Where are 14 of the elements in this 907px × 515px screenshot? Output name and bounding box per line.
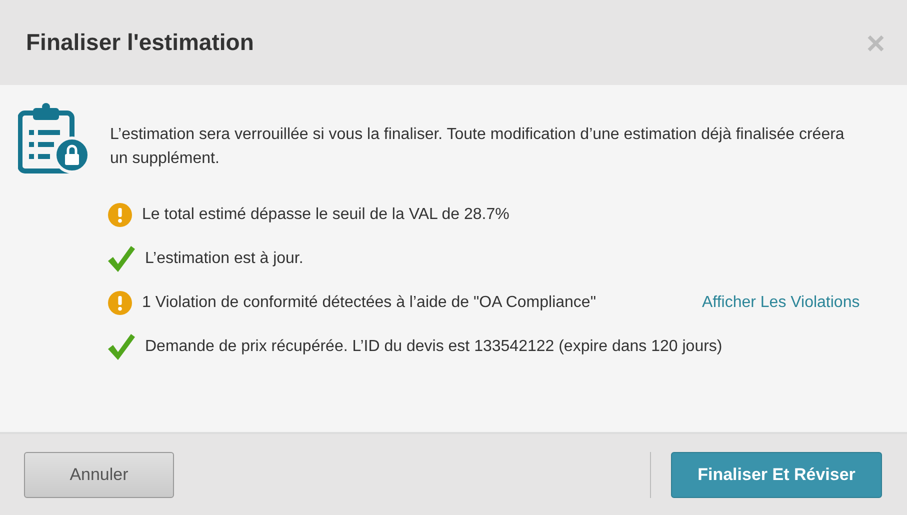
warning-icon — [108, 291, 132, 315]
warning-icon — [108, 203, 132, 227]
checkmark-icon — [108, 334, 135, 360]
check-text: Demande de prix récupérée. L’ID du devis est 133542122 (expire dans 120 jours) — [145, 337, 722, 357]
finalize-button[interactable]: Finaliser Et Réviser — [671, 452, 882, 498]
cancel-button[interactable]: Annuler — [24, 452, 174, 498]
view-violations-link[interactable]: Afficher Les Violations — [702, 294, 860, 312]
locked-clipboard-icon — [18, 103, 90, 175]
info-message: L’estimation sera verrouillée si vous la finaliser. Toute modification d’une estimation déjà finalisée créera un supplément. — [110, 125, 846, 169]
check-text: 1 Violation de conformité détectées à l’aide de "OA Compliance" — [142, 293, 597, 313]
dialog-title: Finaliser l'estimation — [26, 29, 254, 56]
checkmark-icon — [108, 246, 135, 272]
check-text: Le total estimé dépasse le seuil de la VAL de 28.7% — [142, 205, 510, 225]
check-text: L’estimation est à jour. — [145, 249, 304, 269]
